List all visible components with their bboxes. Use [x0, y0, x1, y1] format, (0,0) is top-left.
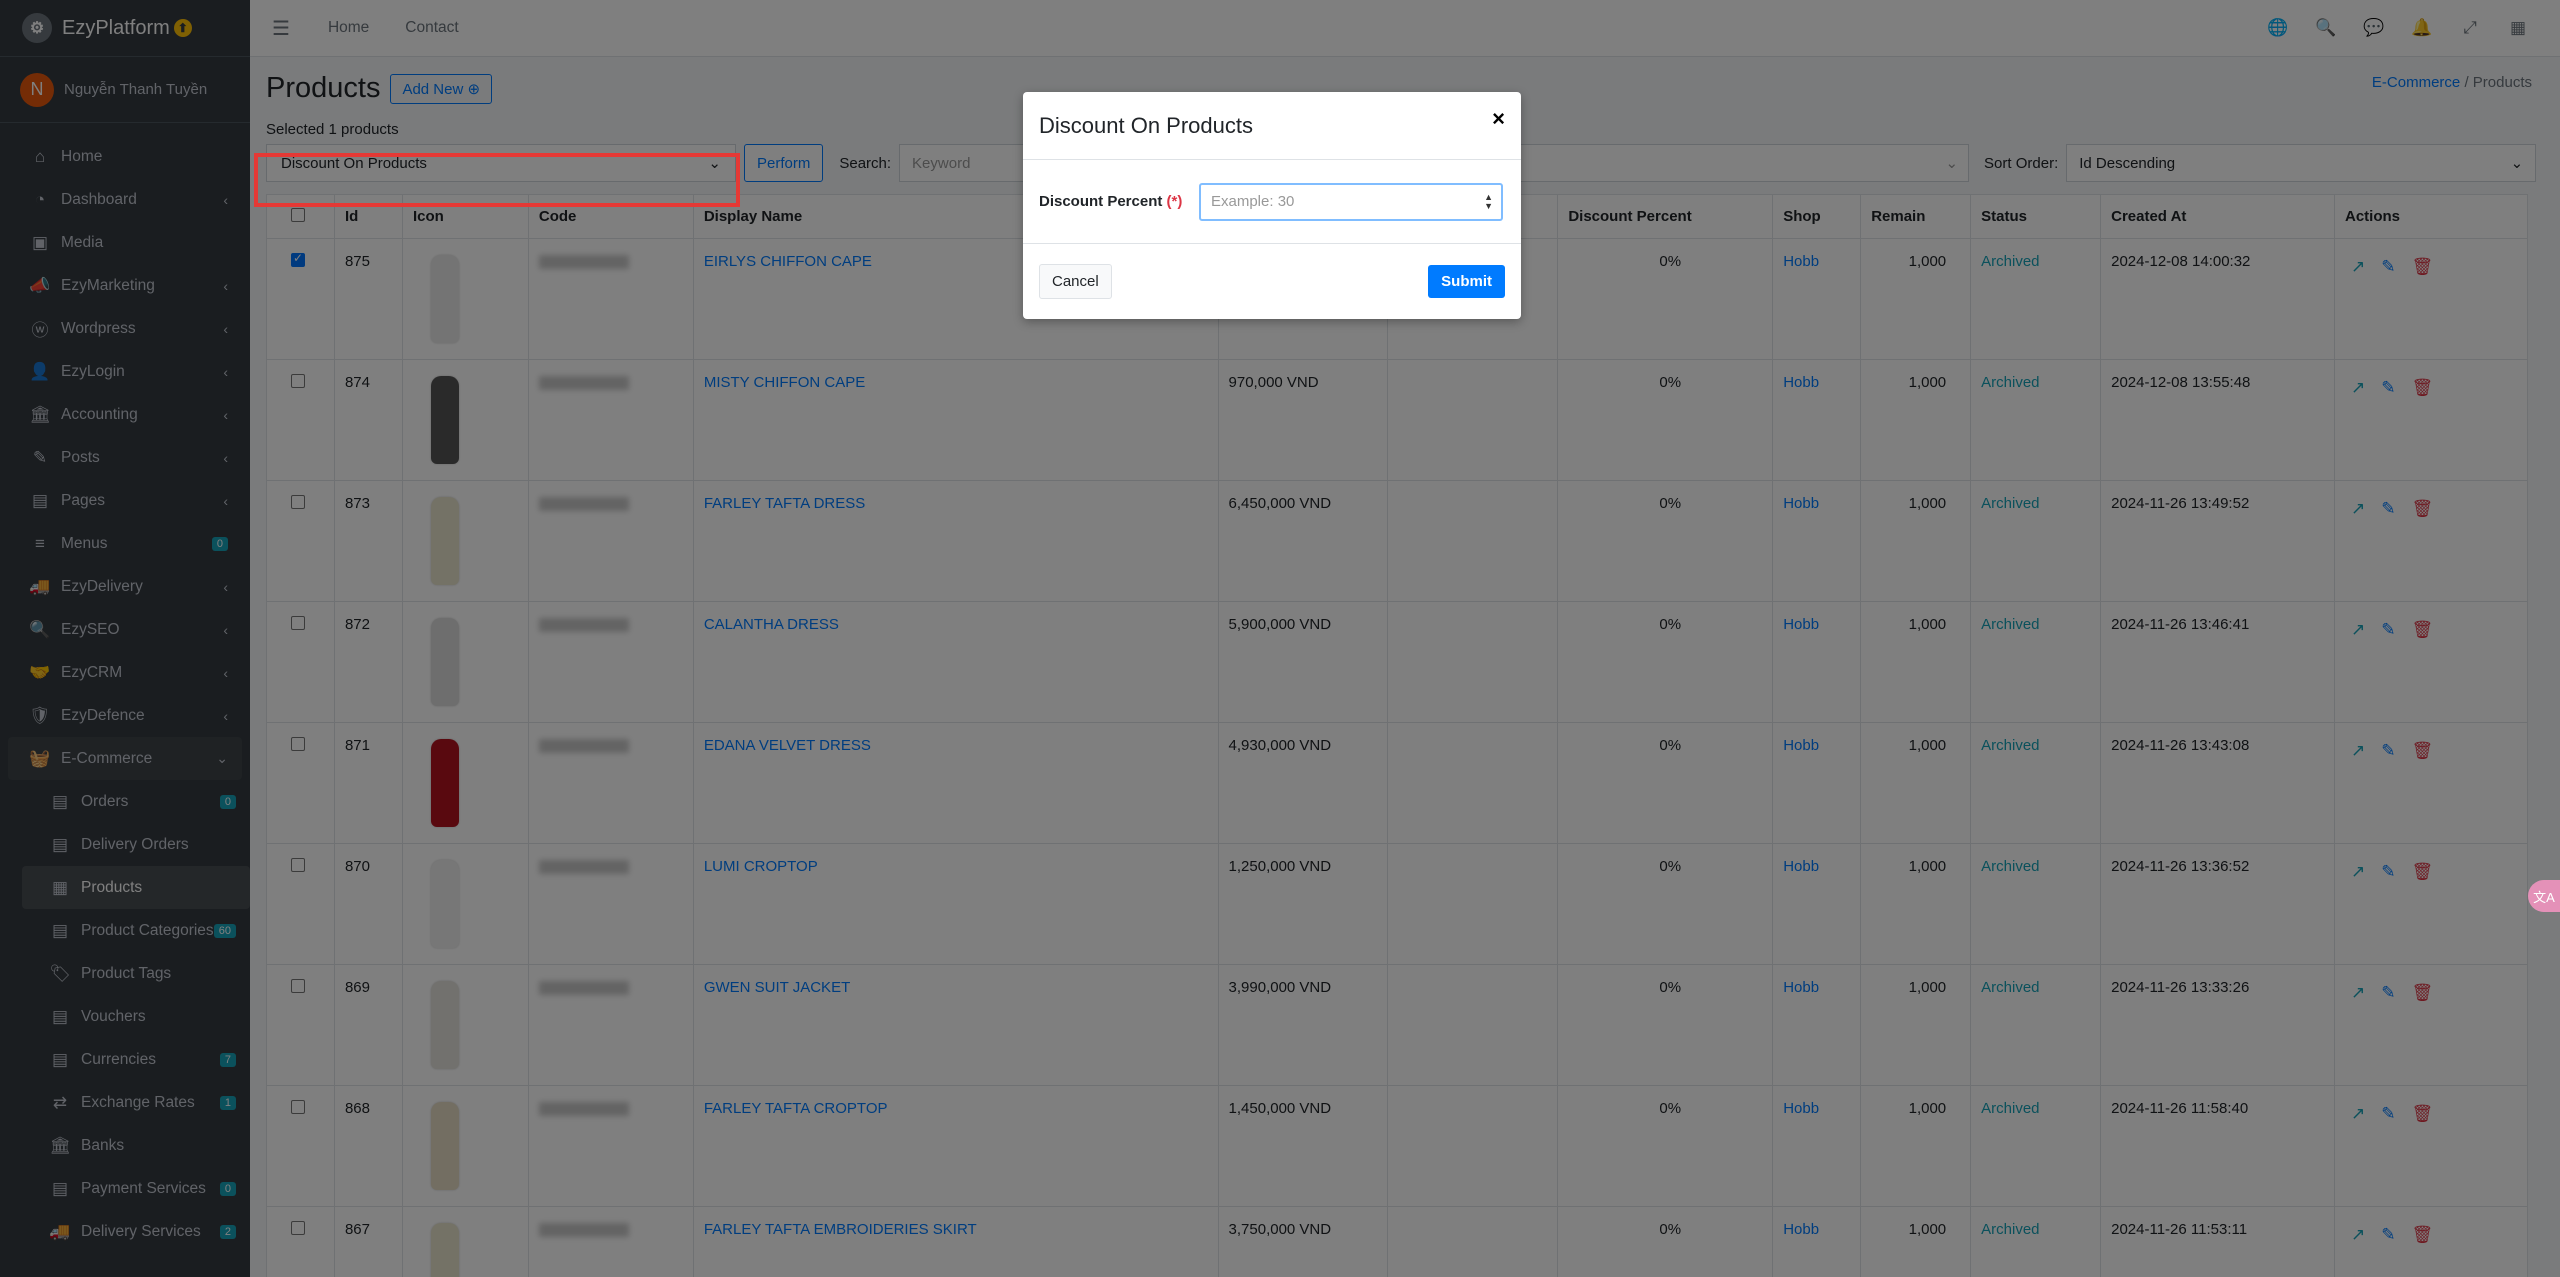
discount-percent-label-text: Discount Percent: [1039, 193, 1163, 210]
discount-modal: Discount On Products × Discount Percent …: [1023, 92, 1521, 319]
discount-percent-label: Discount Percent (*): [1039, 193, 1199, 210]
modal-title: Discount On Products: [1039, 112, 1253, 138]
modal-body: Discount Percent (*) Example: 30 ▲ ▼: [1023, 160, 1521, 244]
close-icon[interactable]: ×: [1492, 106, 1505, 132]
cancel-button[interactable]: Cancel: [1039, 263, 1112, 299]
required-mark: (*): [1166, 193, 1183, 210]
number-spinner-icon[interactable]: ▲ ▼: [1484, 192, 1493, 211]
modal-footer: Cancel Submit: [1023, 244, 1521, 318]
translate-icon[interactable]: 文A: [2528, 880, 2560, 912]
discount-percent-input[interactable]: Example: 30 ▲ ▼: [1199, 182, 1503, 221]
highlight-box: [254, 153, 740, 207]
modal-header: Discount On Products ×: [1023, 92, 1521, 160]
submit-button[interactable]: Submit: [1428, 264, 1505, 298]
discount-percent-placeholder: Example: 30: [1211, 193, 1295, 210]
